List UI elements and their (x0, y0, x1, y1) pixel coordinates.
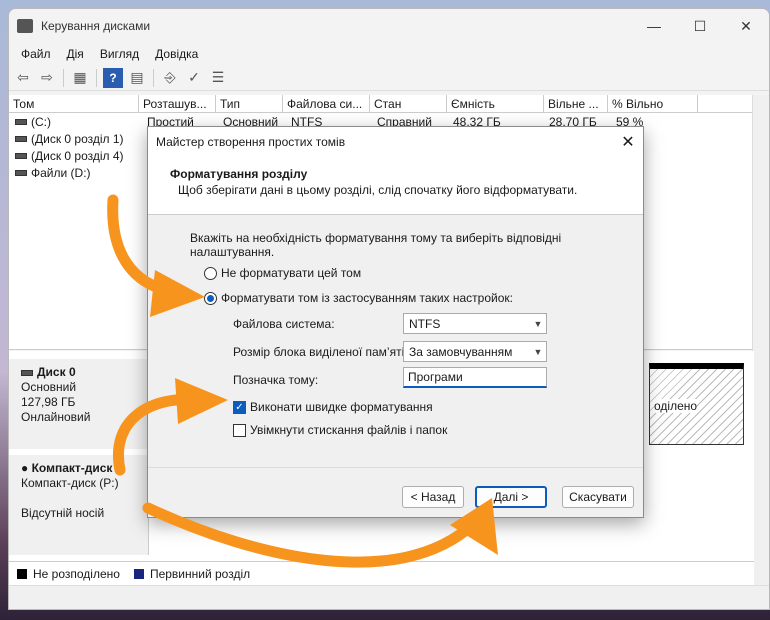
checkbox-checked-icon[interactable]: ✓ (233, 400, 246, 414)
volume-name: (C:) (31, 114, 51, 129)
window-title: Керування дисками (41, 19, 151, 33)
legend-unallocated: Не розподілено (33, 566, 120, 581)
volume-label-value: Програми (408, 370, 463, 384)
wizard-close-icon[interactable]: ✕ (613, 132, 643, 152)
drive-icon (15, 169, 27, 176)
disk0-label[interactable]: Диск 0 Основний 127,98 ГБ Онлайновий (9, 359, 149, 449)
next-button[interactable]: Далі > (475, 486, 547, 508)
volume-label-label: Позначка тому: (233, 373, 319, 387)
checklist-icon[interactable]: ✓ (184, 68, 204, 88)
radio-button-selected[interactable] (204, 291, 217, 305)
cd-type: Компакт-диск (P:) (21, 476, 119, 490)
disk0-size: 127,98 ГБ (21, 395, 76, 409)
toolbar-divider (153, 68, 154, 87)
console-tree-icon[interactable]: ▦ (70, 68, 90, 88)
app-icon (17, 19, 33, 33)
wizard-header: Форматування розділу Щоб зберігати дані … (148, 157, 643, 215)
cancel-button[interactable]: Скасувати (562, 486, 634, 508)
col-capacity[interactable]: Ємність (447, 95, 544, 112)
volume-name: (Диск 0 розділ 4) (31, 148, 124, 163)
wizard-subheading: Щоб зберігати дані в цьому розділі, слід… (178, 183, 578, 197)
col-status[interactable]: Стан (370, 95, 447, 112)
radio-no-format[interactable]: Не форматувати цей том (204, 266, 361, 280)
legend: Не розподілено Первинний розділ (9, 561, 754, 585)
cd-icon: ● (21, 461, 29, 475)
menu-file[interactable]: Файл (13, 47, 59, 61)
wizard-button-bar: < Назад Далі > Скасувати (148, 467, 643, 517)
filesystem-label: Файлова система: (233, 317, 335, 331)
cd-status: Відсутній носій (21, 506, 105, 520)
wizard-title-bar: Майстер створення простих томів ✕ (148, 127, 643, 157)
volume-name: Файли (D:) (31, 165, 91, 180)
drive-icon (15, 118, 27, 125)
toolbar: ⇦ ⇨ ▦ ? ▤ ⎆ ✓ ☰ (9, 65, 769, 91)
status-bar (9, 585, 769, 609)
disk0-unallocated-partition[interactable]: оділено (649, 363, 744, 445)
compression-label: Увімкнути стискання файлів і папок (250, 423, 448, 437)
allocation-size-select[interactable]: За замовчуванням ▼ (403, 341, 547, 362)
menu-view[interactable]: Вигляд (92, 47, 147, 61)
drive-icon (15, 135, 27, 142)
partition-label: оділено (654, 399, 698, 413)
volume-list-header: Том Розташув... Тип Файлова си... Стан Є… (9, 95, 754, 113)
properties-icon[interactable]: ▤ (127, 68, 147, 88)
back-arrow-icon[interactable]: ⇦ (13, 68, 33, 88)
quick-format-checkbox[interactable]: ✓ Виконати швидке форматування (233, 400, 433, 414)
new-simple-volume-wizard: Майстер створення простих томів ✕ Формат… (147, 126, 644, 518)
radio-format[interactable]: Форматувати том із застосуванням таких н… (204, 291, 513, 305)
allocation-size-value: За замовчуванням (409, 344, 513, 359)
radio-no-format-label: Не форматувати цей том (221, 266, 362, 280)
radio-button[interactable] (204, 266, 217, 280)
minimize-button[interactable]: — (631, 9, 677, 43)
drive-icon (15, 152, 27, 159)
title-bar: Керування дисками — ☐ ✕ (9, 9, 769, 43)
checkbox-icon[interactable] (233, 423, 246, 437)
wizard-intro: Вкажіть на необхідність форматування том… (190, 231, 562, 259)
cd-drive-label[interactable]: ● Компакт-диск 0 Компакт-диск (P:) Відсу… (9, 455, 149, 555)
legend-swatch-unallocated (17, 568, 27, 579)
compression-checkbox[interactable]: Увімкнути стискання файлів і папок (233, 423, 447, 437)
disk0-type: Основний (21, 380, 77, 394)
menu-bar: Файл Дія Вигляд Довідка (9, 43, 769, 65)
radio-format-label: Форматувати том із застосуванням таких н… (221, 291, 513, 305)
chevron-down-icon: ▼ (533, 318, 543, 329)
connect-icon[interactable]: ⎆ (160, 68, 180, 88)
disk0-name: Диск 0 (37, 365, 76, 379)
close-button[interactable]: ✕ (723, 9, 769, 43)
settings-icon[interactable]: ☰ (208, 68, 228, 88)
col-volume[interactable]: Том (9, 95, 139, 112)
disk-icon (21, 370, 33, 376)
forward-arrow-icon[interactable]: ⇨ (37, 68, 57, 88)
menu-action[interactable]: Дія (59, 47, 92, 61)
col-layout[interactable]: Розташув... (139, 95, 216, 112)
menu-help[interactable]: Довідка (147, 47, 206, 61)
legend-primary: Первинний розділ (149, 566, 251, 581)
col-percent-free[interactable]: % Вільно (608, 95, 698, 112)
disk0-status: Онлайновий (21, 410, 91, 424)
wizard-title: Майстер створення простих томів (156, 135, 346, 149)
vertical-scrollbar[interactable] (752, 95, 769, 595)
volume-label-input[interactable]: Програми (403, 367, 547, 388)
col-type[interactable]: Тип (216, 95, 283, 112)
cd-name: Компакт-диск 0 (31, 461, 123, 475)
allocation-size-label: Розмір блока виділеної пам’яті: (233, 345, 408, 359)
toolbar-divider (63, 68, 64, 87)
maximize-button[interactable]: ☐ (677, 9, 723, 43)
back-button[interactable]: < Назад (402, 486, 464, 508)
filesystem-value: NTFS (409, 316, 441, 331)
col-free[interactable]: Вільне ... (544, 95, 608, 112)
col-filesystem[interactable]: Файлова си... (283, 95, 370, 112)
chevron-down-icon: ▼ (533, 346, 543, 357)
wizard-heading: Форматування розділу (170, 167, 308, 181)
legend-swatch-primary (133, 568, 144, 579)
quick-format-label: Виконати швидке форматування (250, 400, 433, 414)
help-icon[interactable]: ? (103, 67, 123, 88)
toolbar-divider (96, 68, 97, 87)
volume-name: (Диск 0 розділ 1) (31, 131, 124, 146)
filesystem-select[interactable]: NTFS ▼ (403, 313, 547, 334)
